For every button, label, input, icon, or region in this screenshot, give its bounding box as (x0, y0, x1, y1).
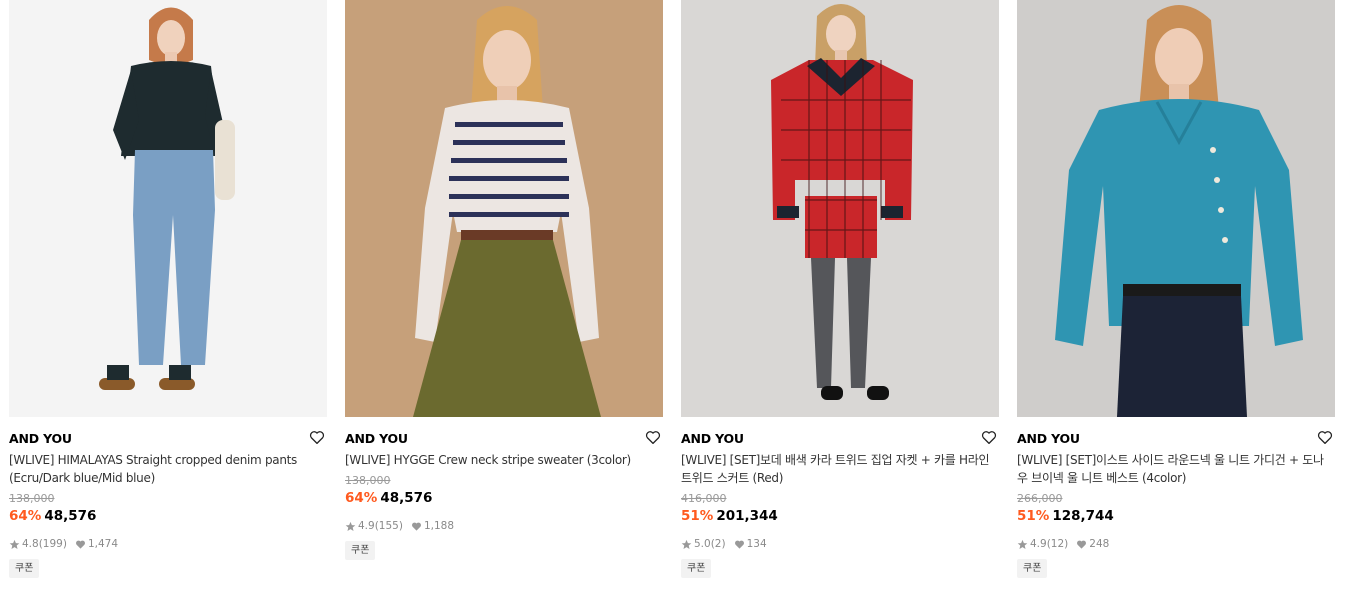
heart-outline-icon[interactable] (1316, 428, 1334, 446)
product-grid: AND YOU [WLIVE] HIMALAYAS Straight cropp… (9, 0, 1335, 578)
sale-price: 48,576 (44, 508, 97, 524)
discount-rate: 64% (9, 508, 42, 524)
star-icon (1017, 539, 1028, 550)
original-price: 266,000 (1017, 492, 1063, 505)
like-count: 1,474 (87, 538, 118, 550)
product-image[interactable] (1017, 0, 1335, 417)
product-image[interactable] (681, 0, 999, 417)
like-count: 134 (746, 538, 767, 550)
product-meta: 4.8 (199) 1,474 (9, 537, 327, 551)
star-icon (681, 539, 692, 550)
product-info: AND YOU [WLIVE] HIMALAYAS Straight cropp… (9, 417, 327, 578)
product-image[interactable] (345, 0, 663, 417)
discount-rate: 51% (681, 508, 714, 524)
coupon-badge: 쿠폰 (345, 541, 376, 560)
heart-filled-icon (734, 539, 745, 550)
rating: 4.9 (358, 520, 375, 532)
product-info: AND YOU [WLIVE] [SET]보데 배색 카라 트위드 집업 자켓 … (681, 417, 999, 578)
discount-rate: 64% (345, 490, 378, 506)
heart-outline-icon[interactable] (308, 428, 326, 446)
product-meta: 4.9 (12) 248 (1017, 537, 1335, 551)
original-price: 138,000 (9, 492, 55, 505)
product-title[interactable]: [WLIVE] HIMALAYAS Straight cropped denim… (9, 451, 319, 487)
brand-name[interactable]: AND YOU (681, 430, 999, 447)
product-card[interactable]: AND YOU [WLIVE] HIMALAYAS Straight cropp… (9, 0, 327, 578)
original-price: 138,000 (345, 474, 391, 487)
star-icon (345, 521, 356, 532)
product-meta: 5.0 (2) 134 (681, 537, 999, 551)
heart-outline-icon[interactable] (644, 428, 662, 446)
product-photo-tweed-set (681, 0, 999, 417)
product-card[interactable]: AND YOU [WLIVE] HYGGE Crew neck stripe s… (345, 0, 663, 578)
review-count: (2) (710, 538, 726, 550)
heart-filled-icon (1076, 539, 1087, 550)
original-price: 416,000 (681, 492, 727, 505)
sale-price: 201,344 (716, 508, 778, 524)
price-row: 51% 201,344 (681, 508, 999, 525)
price-row: 64% 48,576 (9, 508, 327, 525)
sale-price: 128,744 (1052, 508, 1114, 524)
product-photo-denim (9, 0, 327, 417)
heart-filled-icon (411, 521, 422, 532)
coupon-badge: 쿠폰 (681, 559, 712, 578)
star-icon (9, 539, 20, 550)
price-row: 64% 48,576 (345, 490, 663, 507)
product-image[interactable] (9, 0, 327, 417)
like-count: 248 (1089, 538, 1110, 550)
rating: 4.8 (22, 538, 39, 550)
price-row: 51% 128,744 (1017, 508, 1335, 525)
review-count: (12) (1046, 538, 1069, 550)
product-title[interactable]: [WLIVE] [SET]이스트 사이드 라운드넥 울 니트 가디건 + 도나우… (1017, 451, 1327, 487)
coupon-badge: 쿠폰 (1017, 559, 1048, 578)
product-card[interactable]: AND YOU [WLIVE] [SET]이스트 사이드 라운드넥 울 니트 가… (1017, 0, 1335, 578)
product-card[interactable]: AND YOU [WLIVE] [SET]보데 배색 카라 트위드 집업 자켓 … (681, 0, 999, 578)
discount-rate: 51% (1017, 508, 1050, 524)
brand-name[interactable]: AND YOU (9, 430, 327, 447)
product-meta: 4.9 (155) 1,188 (345, 519, 663, 533)
rating: 5.0 (694, 538, 711, 550)
brand-name[interactable]: AND YOU (1017, 430, 1335, 447)
product-title[interactable]: [WLIVE] [SET]보데 배색 카라 트위드 집업 자켓 + 카를 H라인… (681, 451, 991, 487)
product-photo-cardigan (1017, 0, 1335, 417)
like-count: 1,188 (423, 520, 454, 532)
heart-filled-icon (75, 539, 86, 550)
review-count: (155) (374, 520, 403, 532)
review-count: (199) (38, 538, 67, 550)
sale-price: 48,576 (380, 490, 433, 506)
heart-outline-icon[interactable] (980, 428, 998, 446)
rating: 4.9 (1030, 538, 1047, 550)
coupon-badge: 쿠폰 (9, 559, 40, 578)
product-info: AND YOU [WLIVE] [SET]이스트 사이드 라운드넥 울 니트 가… (1017, 417, 1335, 578)
product-title[interactable]: [WLIVE] HYGGE Crew neck stripe sweater (… (345, 451, 655, 469)
product-info: AND YOU [WLIVE] HYGGE Crew neck stripe s… (345, 417, 663, 560)
brand-name[interactable]: AND YOU (345, 430, 663, 447)
product-photo-sweater (345, 0, 663, 417)
